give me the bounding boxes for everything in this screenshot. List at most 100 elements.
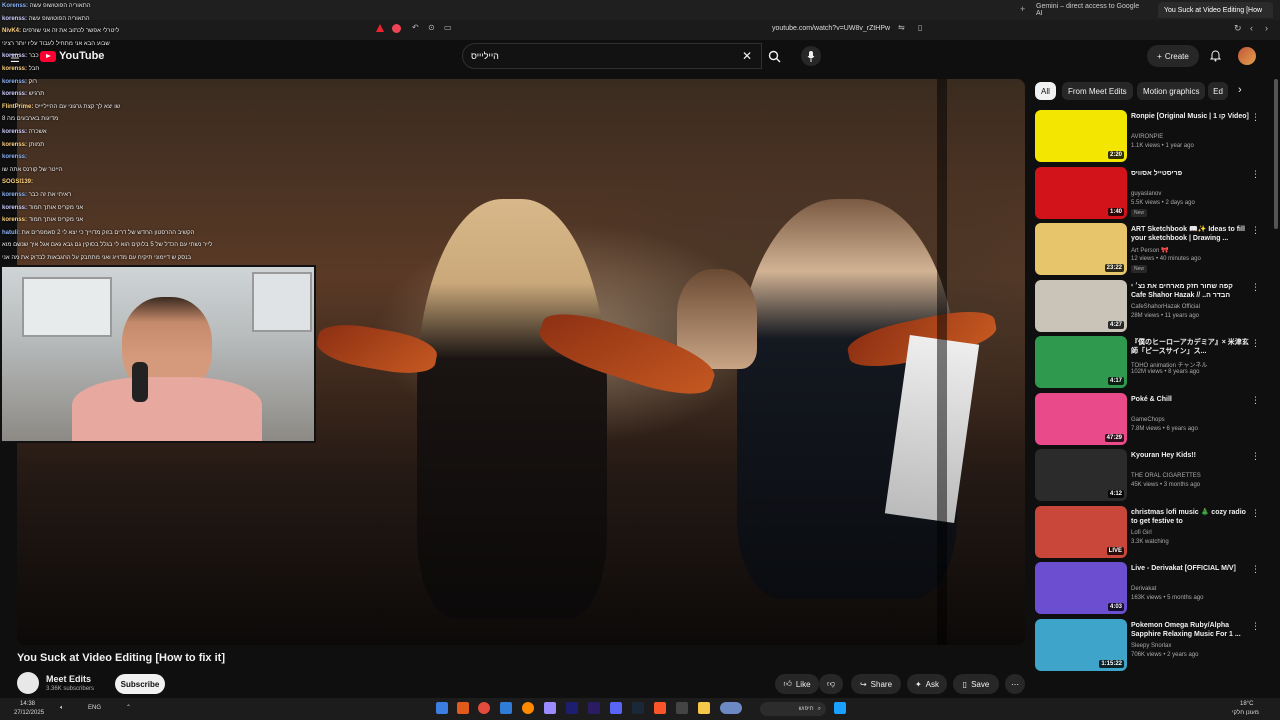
video-thumbnail[interactable]: 23:22 [1035, 223, 1127, 275]
video-thumbnail[interactable]: LIVE [1035, 505, 1127, 558]
more-icon[interactable]: ⋮ [1251, 451, 1260, 462]
recommendation-title[interactable]: Pokemon Omega Ruby/Alpha Sapphire Relaxi… [1131, 621, 1249, 639]
like-button[interactable]: 👍︎ Like [775, 674, 819, 694]
chip-all[interactable]: All [1035, 82, 1056, 100]
recommendation-channel[interactable]: GameChops [1131, 417, 1165, 423]
screen-icon[interactable]: ▭ [444, 23, 452, 32]
recommendation-title[interactable]: ART Sketchbook 📖✨ Ideas to fill your ske… [1131, 225, 1249, 243]
video-thumbnail[interactable]: 4:03 [1035, 562, 1127, 614]
zoom-icon[interactable]: ⊙ [428, 23, 435, 32]
video-thumbnail[interactable]: 4:12 [1035, 449, 1127, 501]
brave-icon[interactable] [654, 702, 666, 714]
search-input[interactable]: הייליייס [462, 43, 762, 69]
recommendation-item[interactable]: LIVE christmas lofi music 🎄 cozy radio to… [1035, 505, 1265, 558]
discord-icon[interactable] [610, 702, 622, 714]
video-thumbnail[interactable]: 1:40 [1035, 166, 1127, 219]
app-icon[interactable] [720, 702, 742, 714]
recommendation-channel[interactable]: THE ORAL CIGARETTES [1131, 473, 1201, 479]
recommendation-title[interactable]: פריסטייל אסוויס [1131, 169, 1249, 178]
more-icon[interactable]: ⋮ [1251, 395, 1260, 406]
video-thumbnail[interactable]: 2:20 [1035, 110, 1127, 162]
more-icon[interactable]: ⋮ [1251, 112, 1260, 123]
recommendation-title[interactable]: 『僕のヒーローアカデミア』× 米津玄師「ピースサイン」ス... [1131, 338, 1249, 356]
recommendation-title[interactable]: Poké & Chill [1131, 395, 1249, 404]
app-icon[interactable] [566, 702, 578, 714]
more-icon[interactable]: ⋮ [1251, 508, 1260, 519]
volume-icon[interactable]: 🔈︎ [60, 705, 64, 712]
chip-editing[interactable]: Ed [1208, 82, 1228, 100]
more-icon[interactable]: ⋮ [1251, 564, 1260, 575]
recommendation-item[interactable]: 1:40 פריסטייל אסוויס guyaslanov 5.5K views … [1035, 166, 1265, 219]
more-icon[interactable]: ⋮ [1251, 338, 1260, 349]
save-button[interactable]: ▯ Save [953, 674, 999, 694]
chevron-right-icon[interactable]: › [1238, 84, 1242, 96]
avatar[interactable] [1238, 47, 1256, 65]
recommendation-item[interactable]: 4:12 Kyouran Hey Kids!! THE ORAL CIGARETTE… [1035, 449, 1265, 501]
recommendation-channel[interactable]: Lofi Girl [1131, 530, 1152, 536]
video-thumbnail[interactable]: 1:15:22 [1035, 618, 1127, 671]
app-icon[interactable] [522, 702, 534, 714]
extension-icon[interactable] [376, 24, 384, 32]
ask-button[interactable]: ✦ Ask [907, 674, 947, 694]
bookmark-icon[interactable]: ▯ [918, 23, 922, 32]
recommendation-title[interactable]: Live - Derivakat [OFFICIAL M/V] [1131, 564, 1249, 573]
app-icon[interactable] [500, 702, 512, 714]
url-field[interactable]: youtube.com/watch?v=UW8v_rZtHPw [772, 25, 890, 32]
language-indicator[interactable]: ENG [88, 705, 101, 711]
subscribe-button[interactable]: Subscribe [115, 674, 165, 694]
tab-youtube[interactable]: You Suck at Video Editing [How [1158, 2, 1273, 18]
more-icon[interactable]: ⋮ [1251, 169, 1260, 180]
video-thumbnail[interactable]: 4:17 [1035, 336, 1127, 388]
recommendation-item[interactable]: 2:20 Ronpie [Original Music | 1 קו Video]… [1035, 110, 1265, 162]
video-thumbnail[interactable]: 4:27 [1035, 279, 1127, 332]
more-icon[interactable]: ⋮ [1251, 282, 1260, 293]
more-icon[interactable]: ⋮ [1251, 621, 1260, 632]
recommendation-item[interactable]: 4:03 Live - Derivakat [OFFICIAL M/V] Deriv… [1035, 562, 1265, 614]
create-button[interactable]: + Create [1147, 45, 1199, 67]
app-icon[interactable] [544, 702, 556, 714]
recommendation-item[interactable]: 47:29 Poké & Chill GameChops 7.8M views • 6… [1035, 392, 1265, 445]
recommendation-item[interactable]: 4:27 קפה שחור חזק מארחים את נצ׳ י Cafe Sh… [1035, 279, 1265, 332]
recommendation-channel[interactable]: Derivakat [1131, 586, 1156, 592]
recommendation-item[interactable]: 4:17 『僕のヒーローアカデミア』× 米津玄師「ピースサイン」ス... TOHO … [1035, 336, 1265, 388]
new-tab-icon[interactable]: + [1020, 4, 1025, 14]
scrollbar[interactable] [1274, 79, 1278, 229]
dislike-button[interactable]: 👎︎ [819, 674, 843, 694]
microphone-icon[interactable] [801, 46, 821, 66]
start-icon[interactable] [834, 702, 846, 714]
notifications-icon[interactable] [1207, 48, 1223, 64]
tab-gemini[interactable]: Gemini – direct access to Google AI [1030, 2, 1150, 18]
recommendation-item[interactable]: 23:22 ART Sketchbook 📖✨ Ideas to fill you… [1035, 223, 1265, 275]
folder-icon[interactable] [698, 702, 710, 714]
recommendation-title[interactable]: Kyouran Hey Kids!! [1131, 451, 1249, 460]
steam-icon[interactable] [632, 702, 644, 714]
chrome-icon[interactable] [478, 702, 490, 714]
recommendation-channel[interactable]: Art Person 🎀 [1131, 247, 1168, 254]
share-button[interactable]: ↪ Share [851, 674, 901, 694]
recommendation-title[interactable]: קפה שחור חזק מארחים את נצ׳ י Cafe Shahor… [1131, 282, 1249, 300]
reload-icon[interactable]: ↶ [412, 23, 419, 32]
recommendation-title[interactable]: Ronpie [Original Music | 1 קו Video] [1131, 112, 1249, 121]
channel-name[interactable]: Meet Edits [46, 674, 91, 684]
recommendation-channel[interactable]: guyaslanov [1131, 191, 1161, 197]
more-actions-button[interactable]: ⋯ [1005, 674, 1025, 694]
channel-avatar[interactable] [17, 672, 39, 694]
app-icon[interactable] [457, 702, 469, 714]
recommendation-title[interactable]: christmas lofi music 🎄 cozy radio to get… [1131, 508, 1249, 526]
tray-expand-icon[interactable]: ⌃ [126, 704, 131, 711]
tune-icon[interactable]: ⇋ [898, 23, 905, 32]
recommendation-channel[interactable]: AVIRONPIE [1131, 134, 1163, 140]
app-icon[interactable] [436, 702, 448, 714]
recommendation-channel[interactable]: CafeShahorHazak Official [1131, 304, 1200, 310]
back-icon[interactable]: ‹ [1250, 23, 1253, 33]
video-thumbnail[interactable]: 47:29 [1035, 392, 1127, 445]
extension-icon[interactable] [392, 24, 401, 33]
more-icon[interactable]: ⋮ [1251, 225, 1260, 236]
forward-icon[interactable]: › [1265, 23, 1268, 33]
recommendation-channel[interactable]: TOHO animation チャンネル [1131, 360, 1207, 369]
app-icon[interactable] [676, 702, 688, 714]
chip-from-channel[interactable]: From Meet Edits [1062, 82, 1133, 100]
recommendation-item[interactable]: 1:15:22 Pokemon Omega Ruby/Alpha Sapphire… [1035, 618, 1265, 671]
refresh-icon[interactable]: ↻ [1234, 23, 1242, 34]
recommendation-channel[interactable]: Sleepy Snorlax [1131, 643, 1171, 649]
